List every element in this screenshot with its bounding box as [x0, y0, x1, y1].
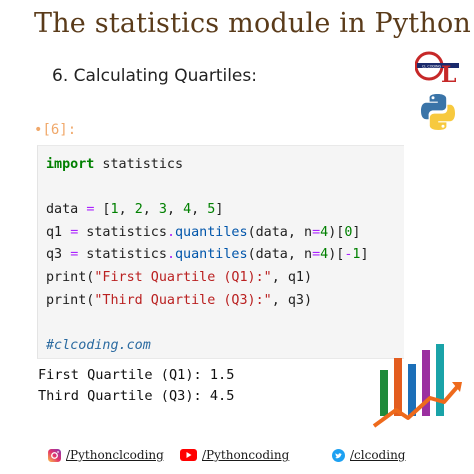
output-line-q1: First Quartile (Q1): 1.5: [38, 367, 235, 383]
cell-output: First Quartile (Q1): 1.5 Third Quartile …: [38, 365, 234, 407]
cell-number: [6]:: [42, 122, 77, 138]
svg-text:L: L: [441, 62, 456, 84]
bar-chart-arrow-icon: [372, 344, 462, 428]
instagram-link-group[interactable]: /Pythonclcoding: [48, 448, 164, 462]
footer: /Pythonclcoding /Pythoncoding /clcoding: [0, 444, 474, 468]
python-logo: [421, 94, 455, 130]
twitter-link[interactable]: /clcoding: [350, 448, 405, 462]
youtube-link[interactable]: /Pythoncoding: [202, 448, 289, 462]
twitter-icon: [332, 448, 345, 462]
twitter-link-group[interactable]: /clcoding: [332, 448, 405, 462]
instagram-icon: [48, 448, 61, 462]
cell-prompt: •[6]:: [34, 122, 77, 138]
logo-text: CL CODING: [422, 64, 442, 68]
code-cell[interactable]: import statistics data = [1, 2, 3, 4, 5]…: [37, 145, 404, 359]
instagram-link[interactable]: /Pythonclcoding: [66, 448, 164, 462]
youtube-link-group[interactable]: /Pythoncoding: [180, 448, 289, 462]
clcoding-logo: L CL CODING: [415, 51, 459, 84]
code-comment: #clcoding.com: [46, 337, 151, 353]
page-title: The statistics module in Python: [34, 8, 471, 39]
code-keyword: import: [46, 157, 95, 172]
code-block[interactable]: import statistics data = [1, 2, 3, 4, 5]…: [38, 146, 404, 357]
section-subtitle: 6. Calculating Quartiles:: [52, 66, 257, 86]
youtube-icon: [180, 449, 197, 461]
output-line-q3: Third Quartile (Q3): 4.5: [38, 388, 235, 404]
